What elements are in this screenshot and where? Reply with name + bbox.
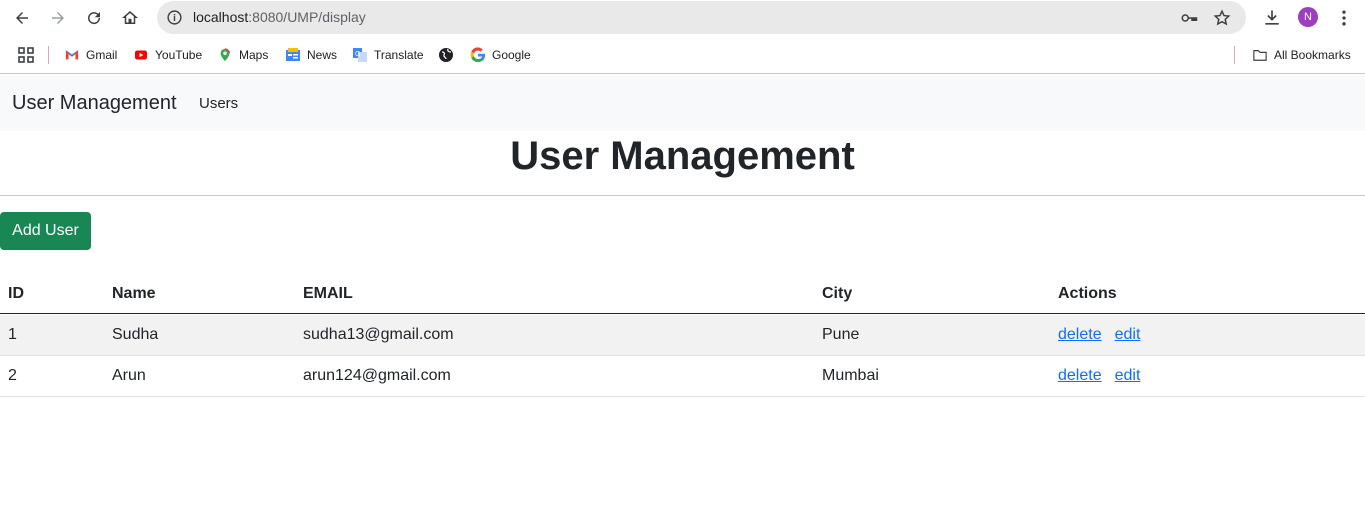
delete-link[interactable]: delete bbox=[1058, 326, 1102, 343]
column-header-city: City bbox=[822, 285, 853, 302]
cell-id: 2 bbox=[8, 367, 17, 384]
reload-icon[interactable] bbox=[82, 6, 106, 30]
table-row: 2 Arun arun124@gmail.com Mumbai delete ed… bbox=[0, 356, 1365, 397]
menu-dots-icon[interactable] bbox=[1332, 6, 1356, 30]
cell-city: Pune bbox=[822, 326, 860, 343]
maps-icon bbox=[217, 47, 233, 63]
translate-icon: G bbox=[352, 47, 368, 63]
url-path: :8080/UMP/display bbox=[248, 9, 366, 25]
address-bar[interactable]: localhost:8080/UMP/display bbox=[157, 1, 1246, 34]
all-bookmarks[interactable]: All Bookmarks bbox=[1252, 46, 1351, 64]
edit-link[interactable]: edit bbox=[1115, 367, 1141, 384]
browser-toolbar: localhost:8080/UMP/display N bbox=[0, 0, 1365, 36]
column-header-email: EMAIL bbox=[303, 285, 353, 302]
url-text[interactable]: localhost:8080/UMP/display bbox=[193, 9, 366, 25]
divider bbox=[0, 195, 1365, 196]
bookmark-google[interactable]: Google bbox=[470, 46, 531, 64]
forward-icon[interactable] bbox=[46, 6, 70, 30]
add-user-button[interactable]: Add User bbox=[0, 212, 91, 250]
column-header-actions: Actions bbox=[1058, 285, 1117, 302]
bookmark-separator bbox=[48, 46, 49, 64]
bookmark-youtube[interactable]: YouTube bbox=[133, 46, 202, 64]
youtube-icon bbox=[133, 47, 149, 63]
folder-icon bbox=[1252, 47, 1268, 63]
apps-grid-icon[interactable] bbox=[18, 46, 34, 64]
home-icon[interactable] bbox=[118, 6, 142, 30]
column-header-name: Name bbox=[112, 285, 156, 302]
gmail-icon bbox=[64, 47, 80, 63]
navbar-brand[interactable]: User Management bbox=[12, 92, 177, 115]
site-info-icon[interactable] bbox=[166, 9, 183, 26]
nav-link-users[interactable]: Users bbox=[199, 95, 238, 112]
cell-email: arun124@gmail.com bbox=[303, 367, 451, 384]
cell-id: 1 bbox=[8, 326, 17, 343]
column-header-id: ID bbox=[8, 285, 24, 302]
globe-icon bbox=[438, 47, 454, 63]
google-icon bbox=[470, 47, 486, 63]
bookmark-star-icon[interactable] bbox=[1213, 9, 1231, 27]
password-key-icon[interactable] bbox=[1180, 9, 1198, 27]
bookmark-label: YouTube bbox=[155, 48, 203, 62]
cell-name: Arun bbox=[112, 367, 146, 384]
bookmark-label: Google bbox=[492, 48, 531, 62]
bookmarks-bar: Gmail YouTube Maps News G Translate Goog… bbox=[0, 36, 1365, 74]
edit-link[interactable]: edit bbox=[1115, 326, 1141, 343]
cell-city: Mumbai bbox=[822, 367, 879, 384]
back-icon[interactable] bbox=[10, 6, 34, 30]
bookmark-globe[interactable] bbox=[438, 46, 460, 64]
bookmark-separator bbox=[1234, 46, 1235, 64]
download-icon[interactable] bbox=[1260, 6, 1284, 30]
bookmark-label: Gmail bbox=[86, 48, 118, 62]
news-icon bbox=[285, 47, 301, 63]
delete-link[interactable]: delete bbox=[1058, 367, 1102, 384]
bookmark-news[interactable]: News bbox=[285, 46, 337, 64]
profile-avatar[interactable]: N bbox=[1298, 7, 1318, 27]
bookmark-label: Maps bbox=[239, 48, 269, 62]
all-bookmarks-label: All Bookmarks bbox=[1274, 48, 1351, 62]
bookmark-maps[interactable]: Maps bbox=[217, 46, 268, 64]
bookmark-gmail[interactable]: Gmail bbox=[64, 46, 117, 64]
bookmark-translate[interactable]: G Translate bbox=[352, 46, 424, 64]
bookmark-label: Translate bbox=[374, 48, 424, 62]
cell-name: Sudha bbox=[112, 326, 159, 343]
cell-actions: delete edit bbox=[1058, 367, 1140, 385]
page-title: User Management bbox=[510, 134, 855, 178]
table-row: 1 Sudha sudha13@gmail.com Pune delete edi… bbox=[0, 315, 1365, 356]
app-navbar: User Management Users bbox=[0, 75, 1365, 131]
cell-email: sudha13@gmail.com bbox=[303, 326, 454, 343]
cell-actions: delete edit bbox=[1058, 326, 1140, 344]
svg-text:G: G bbox=[355, 51, 360, 58]
url-host: localhost bbox=[193, 9, 249, 25]
bookmark-label: News bbox=[307, 48, 338, 62]
table-header-row: ID Name EMAIL City Actions bbox=[0, 274, 1365, 314]
